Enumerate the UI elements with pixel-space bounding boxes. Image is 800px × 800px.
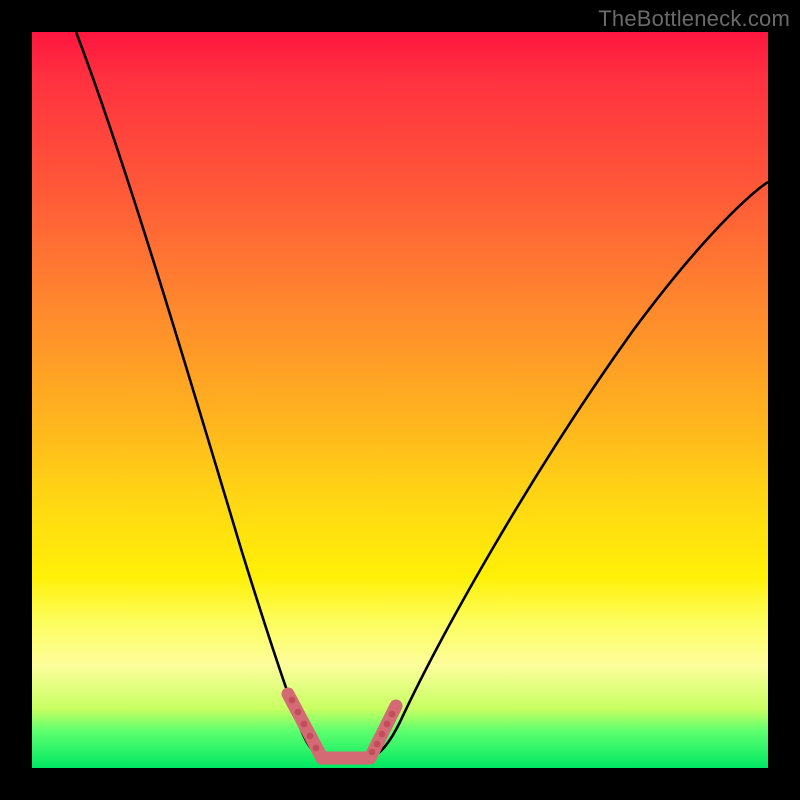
chart-frame: TheBottleneck.com xyxy=(0,0,800,800)
bottleneck-curve xyxy=(76,32,768,760)
watermark-text: TheBottleneck.com xyxy=(598,6,790,32)
plot-area xyxy=(32,32,768,768)
curve-layer xyxy=(32,32,768,768)
